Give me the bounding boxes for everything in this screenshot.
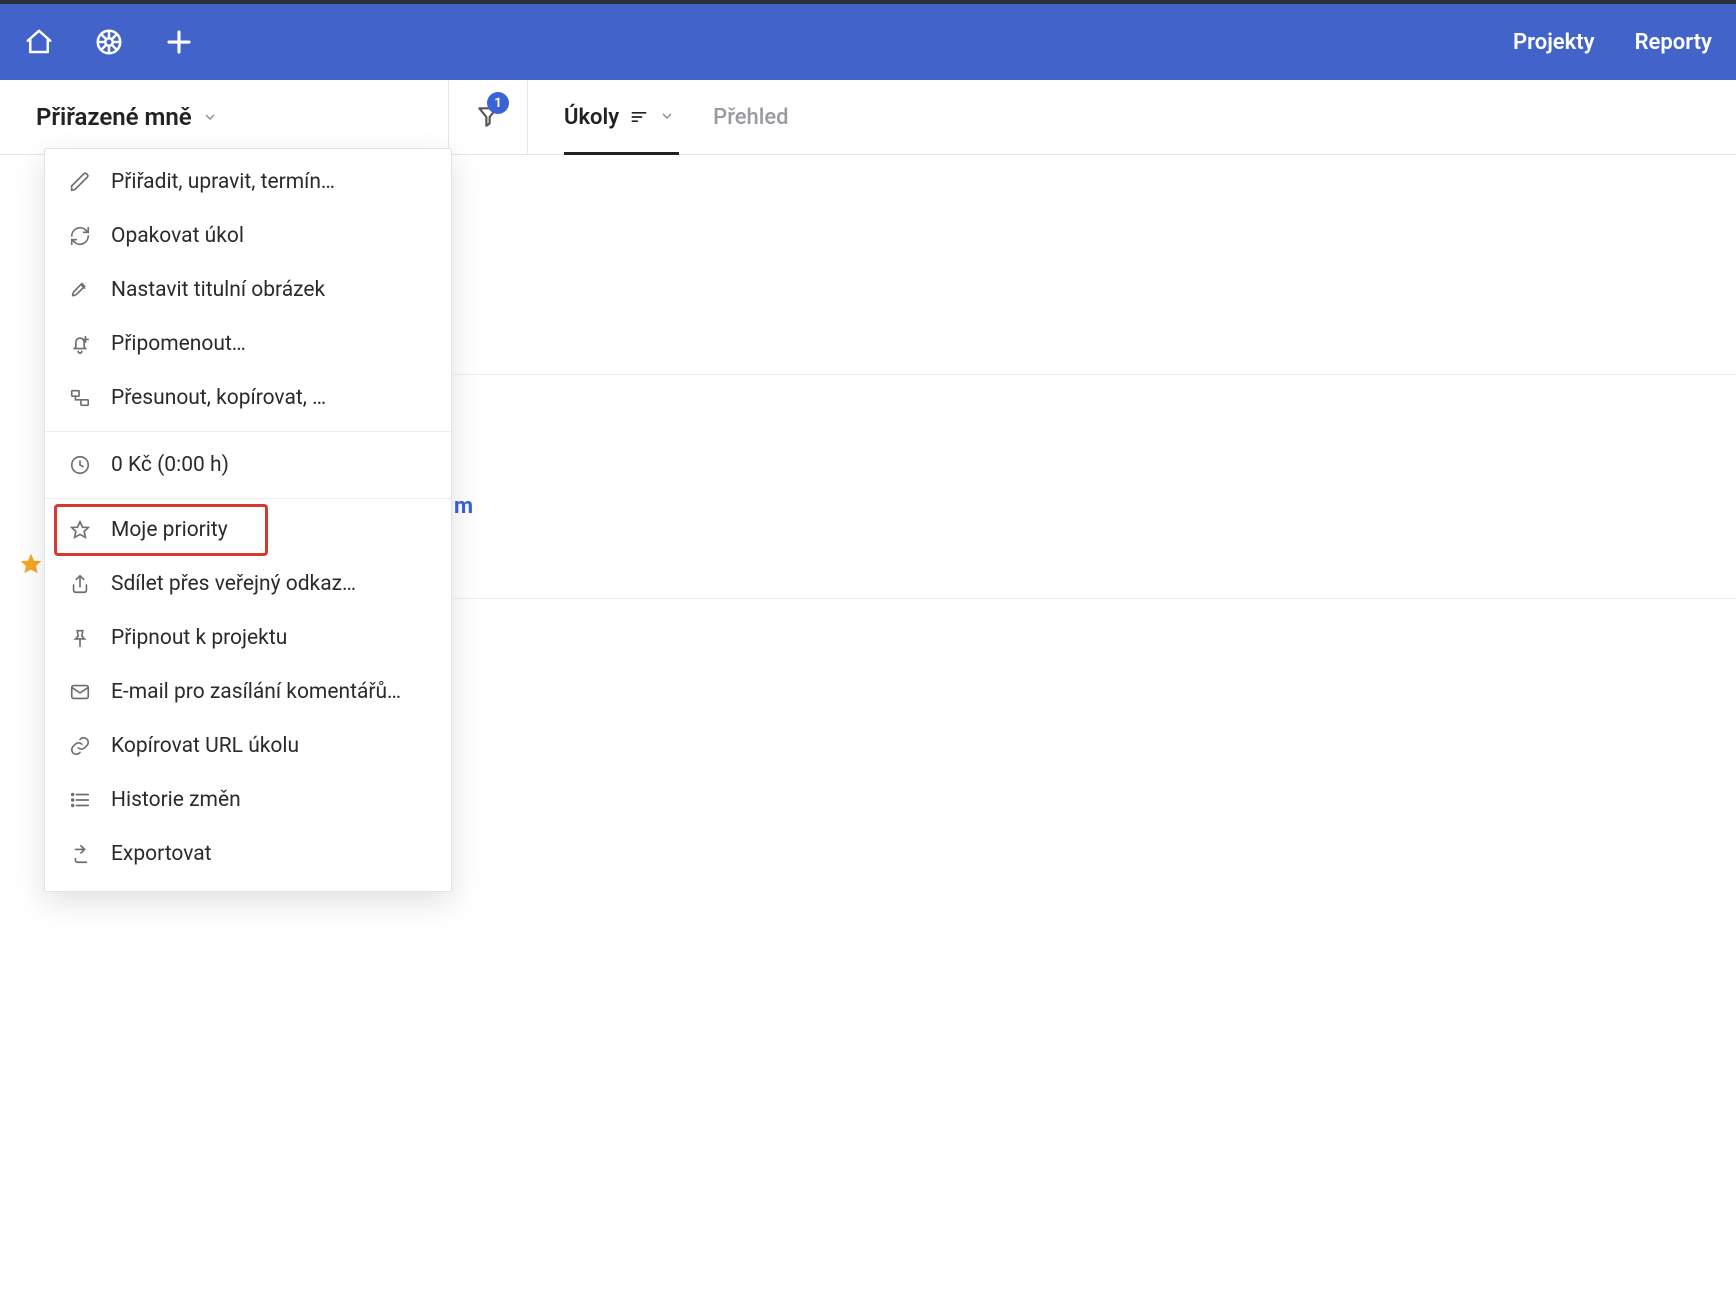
nav-reports[interactable]: Reporty	[1635, 30, 1712, 55]
clock-icon	[67, 452, 93, 478]
filter-button[interactable]: 1	[448, 80, 528, 154]
tab-overview[interactable]: Přehled	[713, 80, 788, 154]
context-menu: Přiřadit, upravit, termín… Opakovat úkol…	[44, 148, 452, 892]
export-icon	[67, 841, 93, 867]
menu-item-label: Sdílet přes veřejný odkaz…	[111, 572, 356, 596]
menu-item-label: E-mail pro zasílání komentářů…	[111, 680, 401, 704]
menu-item-label: Historie změn	[111, 788, 241, 812]
home-icon[interactable]	[24, 27, 54, 57]
menu-pin-to-project[interactable]: Připnout k projektu	[45, 611, 451, 665]
sort-icon	[629, 107, 649, 127]
menu-assign-edit-due[interactable]: Přiřadit, upravit, termín…	[45, 155, 451, 209]
star-outline-icon	[67, 517, 93, 543]
view-dropdown-label: Přiřazené mně	[36, 103, 192, 131]
chevron-down-icon	[202, 109, 218, 125]
move-copy-icon	[67, 385, 93, 411]
menu-item-label: Přesunout, kopírovat, …	[111, 386, 326, 410]
subbar: Přiřazené mně 1 Úkoly Přehled	[0, 80, 1736, 155]
tab-tasks-label: Úkoly	[564, 105, 619, 130]
divider	[454, 598, 1736, 599]
link-icon	[67, 733, 93, 759]
bg-text-fragment: m	[454, 494, 473, 519]
menu-item-label: Moje priority	[111, 518, 228, 542]
tab-tasks[interactable]: Úkoly	[564, 80, 675, 154]
divider	[45, 431, 451, 432]
menu-my-priorities[interactable]: Moje priority	[55, 505, 267, 555]
share-icon	[67, 571, 93, 597]
menu-set-cover-image[interactable]: Nastavit titulní obrázek	[45, 263, 451, 317]
divider	[454, 374, 1736, 375]
view-dropdown[interactable]: Přiřazené mně	[36, 103, 218, 131]
nav-projects[interactable]: Projekty	[1513, 30, 1595, 55]
menu-email-comments[interactable]: E-mail pro zasílání komentářů…	[45, 665, 451, 719]
menu-item-label: Exportovat	[111, 842, 212, 866]
menu-item-label: 0 Kč (0:00 h)	[111, 453, 229, 477]
topbar: Projekty Reporty	[0, 0, 1736, 80]
brush-icon	[67, 277, 93, 303]
wheel-icon[interactable]	[94, 27, 124, 57]
refresh-icon	[67, 223, 93, 249]
star-icon[interactable]	[20, 553, 42, 579]
pencil-icon	[67, 169, 93, 195]
mail-icon	[67, 679, 93, 705]
subbar-left: Přiřazené mně	[0, 80, 448, 154]
chevron-down-icon	[659, 105, 675, 130]
menu-share-public-link[interactable]: Sdílet přes veřejný odkaz…	[45, 557, 451, 611]
topbar-left	[24, 27, 194, 57]
menu-item-label: Připomenout…	[111, 332, 246, 356]
menu-remind[interactable]: Připomenout…	[45, 317, 451, 371]
menu-item-label: Nastavit titulní obrázek	[111, 278, 325, 302]
menu-item-label: Přiřadit, upravit, termín…	[111, 170, 335, 194]
tabs: Úkoly Přehled	[528, 80, 789, 154]
menu-item-label: Kopírovat URL úkolu	[111, 734, 299, 758]
plus-icon[interactable]	[164, 27, 194, 57]
pin-icon	[67, 625, 93, 651]
menu-move-copy[interactable]: Přesunout, kopírovat, …	[45, 371, 451, 425]
divider	[45, 498, 451, 499]
list-icon	[67, 787, 93, 813]
menu-change-history[interactable]: Historie změn	[45, 773, 451, 827]
menu-repeat-task[interactable]: Opakovat úkol	[45, 209, 451, 263]
filter-badge: 1	[487, 92, 509, 114]
menu-item-label: Opakovat úkol	[111, 224, 244, 248]
menu-copy-url[interactable]: Kopírovat URL úkolu	[45, 719, 451, 773]
bell-plus-icon	[67, 331, 93, 357]
menu-item-label: Připnout k projektu	[111, 626, 287, 650]
menu-time-cost[interactable]: 0 Kč (0:00 h)	[45, 438, 451, 492]
menu-export[interactable]: Exportovat	[45, 827, 451, 881]
